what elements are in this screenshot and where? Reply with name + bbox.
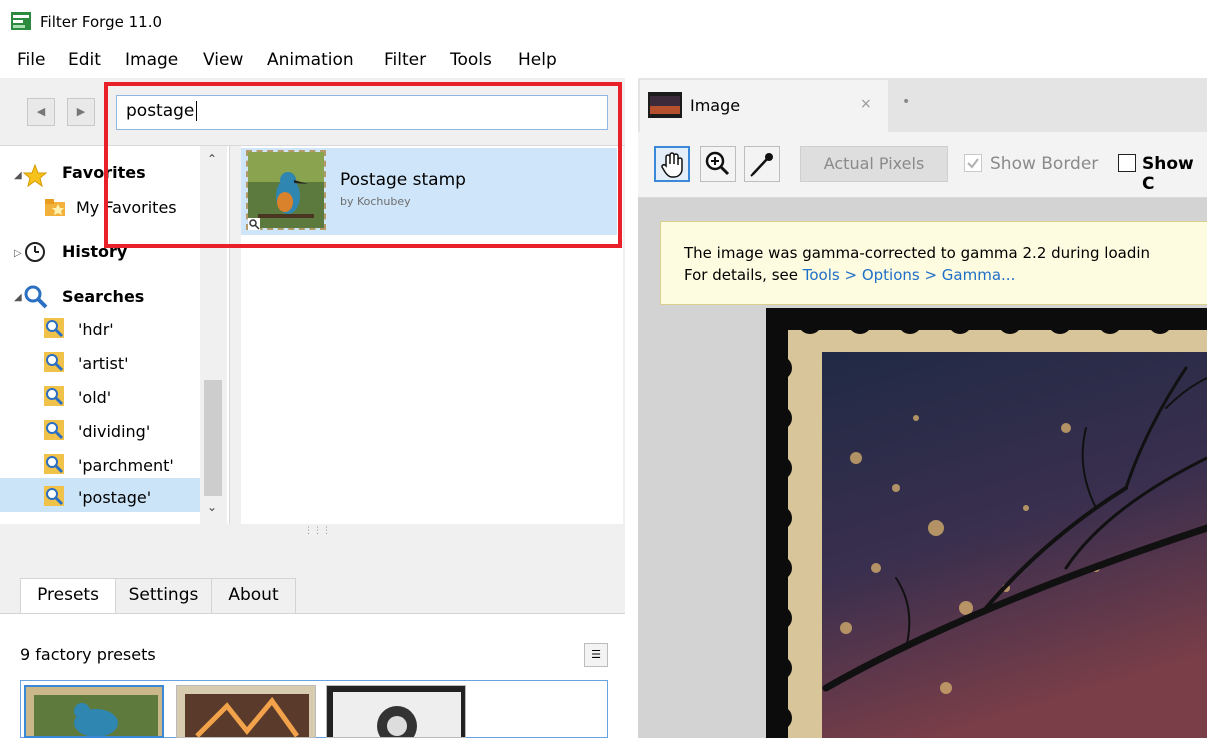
gamma-notice-prefix: For details, see <box>684 266 803 284</box>
tree-item-searches[interactable]: Searches <box>62 287 144 306</box>
show-c-label: Show C <box>1142 154 1194 194</box>
highlight-annotation <box>104 82 622 248</box>
saved-search-item-selected[interactable]: 'postage' <box>78 488 151 507</box>
show-border-checkbox[interactable] <box>964 154 982 172</box>
history-clock-icon <box>25 242 45 262</box>
preset-thumbnail[interactable] <box>326 685 466 738</box>
hand-tool-button[interactable] <box>654 146 690 182</box>
saved-search-item[interactable]: 'old' <box>78 388 111 407</box>
menu-view[interactable]: View <box>203 50 243 70</box>
menu-edit[interactable]: Edit <box>68 50 101 70</box>
menu-bar: File Edit Image View Animation Filter To… <box>0 44 1207 78</box>
saved-search-icon <box>44 420 64 440</box>
gamma-notice-details: For details, see Tools > Options > Gamma… <box>684 266 1015 284</box>
app-icon <box>11 12 31 30</box>
checkmark-icon <box>967 158 979 169</box>
zoom-in-icon <box>705 151 730 176</box>
menu-filter[interactable]: Filter <box>384 50 426 70</box>
saved-search-icon <box>44 454 64 474</box>
tree-scrollbar-thumb[interactable] <box>204 380 222 496</box>
hand-icon <box>661 152 683 178</box>
menu-image[interactable]: Image <box>125 50 178 70</box>
back-button[interactable]: ◀ <box>27 98 55 126</box>
tab-image-label: Image <box>690 96 741 115</box>
eyedropper-tool-button[interactable] <box>744 146 780 182</box>
collapse-arrow-icon[interactable]: ▷ <box>14 248 22 259</box>
show-border-label: Show Border <box>990 154 1099 174</box>
postage-stamp-preview <box>766 308 1207 738</box>
expand-arrow-icon[interactable]: ◢ <box>14 292 22 303</box>
saved-search-item[interactable]: 'artist' <box>78 354 129 373</box>
tab-presets[interactable]: Presets <box>20 578 116 614</box>
gamma-notice <box>660 221 1207 305</box>
searches-magnifier-icon <box>24 285 48 309</box>
window-title: Filter Forge 11.0 <box>40 13 163 31</box>
gamma-notice-text: The image was gamma-corrected to gamma 2… <box>684 244 1151 262</box>
tab-about[interactable]: About <box>212 578 296 614</box>
eyedropper-icon <box>750 153 773 177</box>
new-tab-icon[interactable]: • <box>902 94 910 110</box>
presets-count: 9 factory presets <box>20 645 156 664</box>
preset-thumbnail[interactable] <box>24 685 164 738</box>
splitter-grip-icon: ⋮⋮⋮ <box>304 526 331 536</box>
scroll-down-icon[interactable]: ⌄ <box>207 500 217 514</box>
actual-pixels-button[interactable]: Actual Pixels <box>800 146 948 182</box>
menu-help[interactable]: Help <box>518 50 557 70</box>
star-icon <box>22 164 48 188</box>
saved-search-icon <box>44 386 64 406</box>
saved-search-icon <box>44 486 64 506</box>
saved-search-item[interactable]: 'dividing' <box>78 422 150 441</box>
gamma-options-link[interactable]: Tools > Options > Gamma... <box>803 266 1016 284</box>
saved-search-item[interactable]: 'hdr' <box>78 320 114 339</box>
menu-tools[interactable]: Tools <box>450 50 492 70</box>
tab-settings[interactable]: Settings <box>116 578 212 614</box>
saved-search-icon <box>44 352 64 372</box>
close-tab-icon[interactable]: × <box>860 96 872 112</box>
saved-search-icon <box>44 318 64 338</box>
favorites-folder-icon <box>45 199 65 216</box>
show-c-checkbox[interactable] <box>1118 154 1136 172</box>
forward-button[interactable]: ▶ <box>67 98 95 126</box>
presets-menu-button[interactable]: ☰ <box>584 643 608 667</box>
zoom-tool-button[interactable] <box>700 146 736 182</box>
menu-file[interactable]: File <box>17 50 45 70</box>
title-bar <box>0 0 1207 44</box>
menu-animation[interactable]: Animation <box>267 50 354 70</box>
image-thumbnail-icon <box>648 92 682 118</box>
saved-search-item[interactable]: 'parchment' <box>78 456 174 475</box>
expand-arrow-icon[interactable]: ◢ <box>14 170 22 181</box>
preset-thumbnail[interactable] <box>176 685 316 738</box>
